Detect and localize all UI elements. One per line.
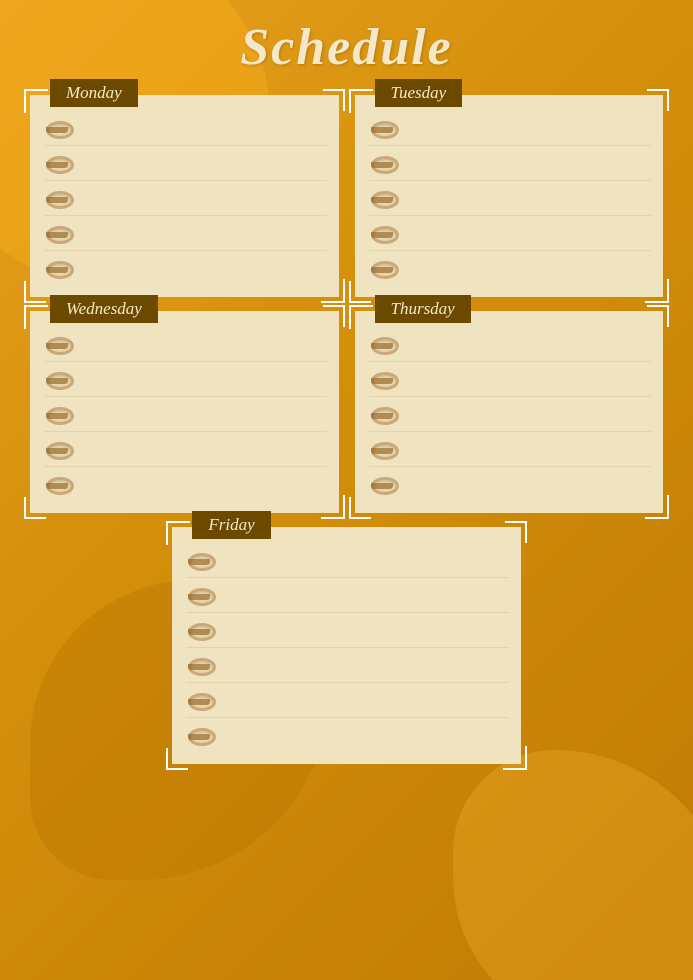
corner-bl-wednesday <box>24 497 46 519</box>
ring-icon <box>44 336 70 352</box>
ring-icon <box>369 371 395 387</box>
corner-bl-thursday <box>349 497 371 519</box>
corner-bl-monday <box>24 281 46 303</box>
wednesday-card: Wednesday <box>30 311 339 513</box>
ring-icon <box>369 120 395 136</box>
ring-icon <box>369 260 395 276</box>
ring-row <box>44 111 327 146</box>
page-content: Schedule Monday Tuesday <box>0 0 693 980</box>
ring-row <box>369 216 652 251</box>
corner-bl-friday <box>166 748 188 770</box>
ring-row <box>44 181 327 216</box>
wednesday-label: Wednesday <box>50 295 158 323</box>
corner-tr-friday <box>505 521 527 543</box>
ring-row <box>369 467 652 501</box>
corner-bl-tuesday <box>349 281 371 303</box>
middle-row: Wednesday Thursday <box>30 311 663 513</box>
bottom-row: Friday <box>172 527 520 764</box>
ring-icon <box>369 441 395 457</box>
ring-icon <box>186 727 212 743</box>
top-row: Monday Tuesday <box>30 95 663 297</box>
ring-icon <box>44 120 70 136</box>
ring-icon <box>186 657 212 673</box>
ring-row <box>44 146 327 181</box>
ring-row <box>186 543 508 578</box>
thursday-label: Thursday <box>375 295 471 323</box>
ring-row <box>369 432 652 467</box>
wednesday-body <box>30 311 339 513</box>
ring-row <box>369 327 652 362</box>
corner-tr-tuesday <box>647 89 669 111</box>
ring-row <box>44 216 327 251</box>
ring-row <box>186 578 508 613</box>
ring-row <box>369 397 652 432</box>
tuesday-label: Tuesday <box>375 79 463 107</box>
ring-icon <box>186 552 212 568</box>
ring-icon <box>369 336 395 352</box>
ring-row <box>186 683 508 718</box>
ring-icon <box>369 406 395 422</box>
ring-row <box>369 146 652 181</box>
ring-icon <box>44 406 70 422</box>
ring-row <box>44 432 327 467</box>
monday-card: Monday <box>30 95 339 297</box>
ring-icon <box>369 190 395 206</box>
ring-row <box>44 251 327 285</box>
ring-icon <box>44 441 70 457</box>
ring-row <box>369 111 652 146</box>
ring-icon <box>44 190 70 206</box>
ring-icon <box>369 155 395 171</box>
ring-row <box>44 397 327 432</box>
corner-tr-wednesday <box>323 305 345 327</box>
ring-icon <box>44 371 70 387</box>
ring-icon <box>44 476 70 492</box>
ring-icon <box>369 476 395 492</box>
monday-body <box>30 95 339 297</box>
friday-card: Friday <box>172 527 520 764</box>
monday-label: Monday <box>50 79 138 107</box>
friday-body <box>172 527 520 764</box>
ring-row <box>44 362 327 397</box>
ring-icon <box>369 225 395 241</box>
tuesday-body <box>355 95 664 297</box>
ring-row <box>369 362 652 397</box>
ring-icon <box>44 260 70 276</box>
ring-icon <box>44 225 70 241</box>
ring-row <box>186 613 508 648</box>
ring-row <box>44 327 327 362</box>
ring-row <box>186 648 508 683</box>
page-title: Schedule <box>240 18 452 77</box>
thursday-card: Thursday <box>355 311 664 513</box>
thursday-body <box>355 311 664 513</box>
corner-tr-monday <box>323 89 345 111</box>
ring-row <box>186 718 508 752</box>
tuesday-card: Tuesday <box>355 95 664 297</box>
ring-icon <box>186 622 212 638</box>
corner-tr-thursday <box>647 305 669 327</box>
ring-icon <box>186 587 212 603</box>
ring-icon <box>186 692 212 708</box>
friday-label: Friday <box>192 511 270 539</box>
ring-row <box>369 251 652 285</box>
ring-icon <box>44 155 70 171</box>
ring-row <box>369 181 652 216</box>
ring-row <box>44 467 327 501</box>
